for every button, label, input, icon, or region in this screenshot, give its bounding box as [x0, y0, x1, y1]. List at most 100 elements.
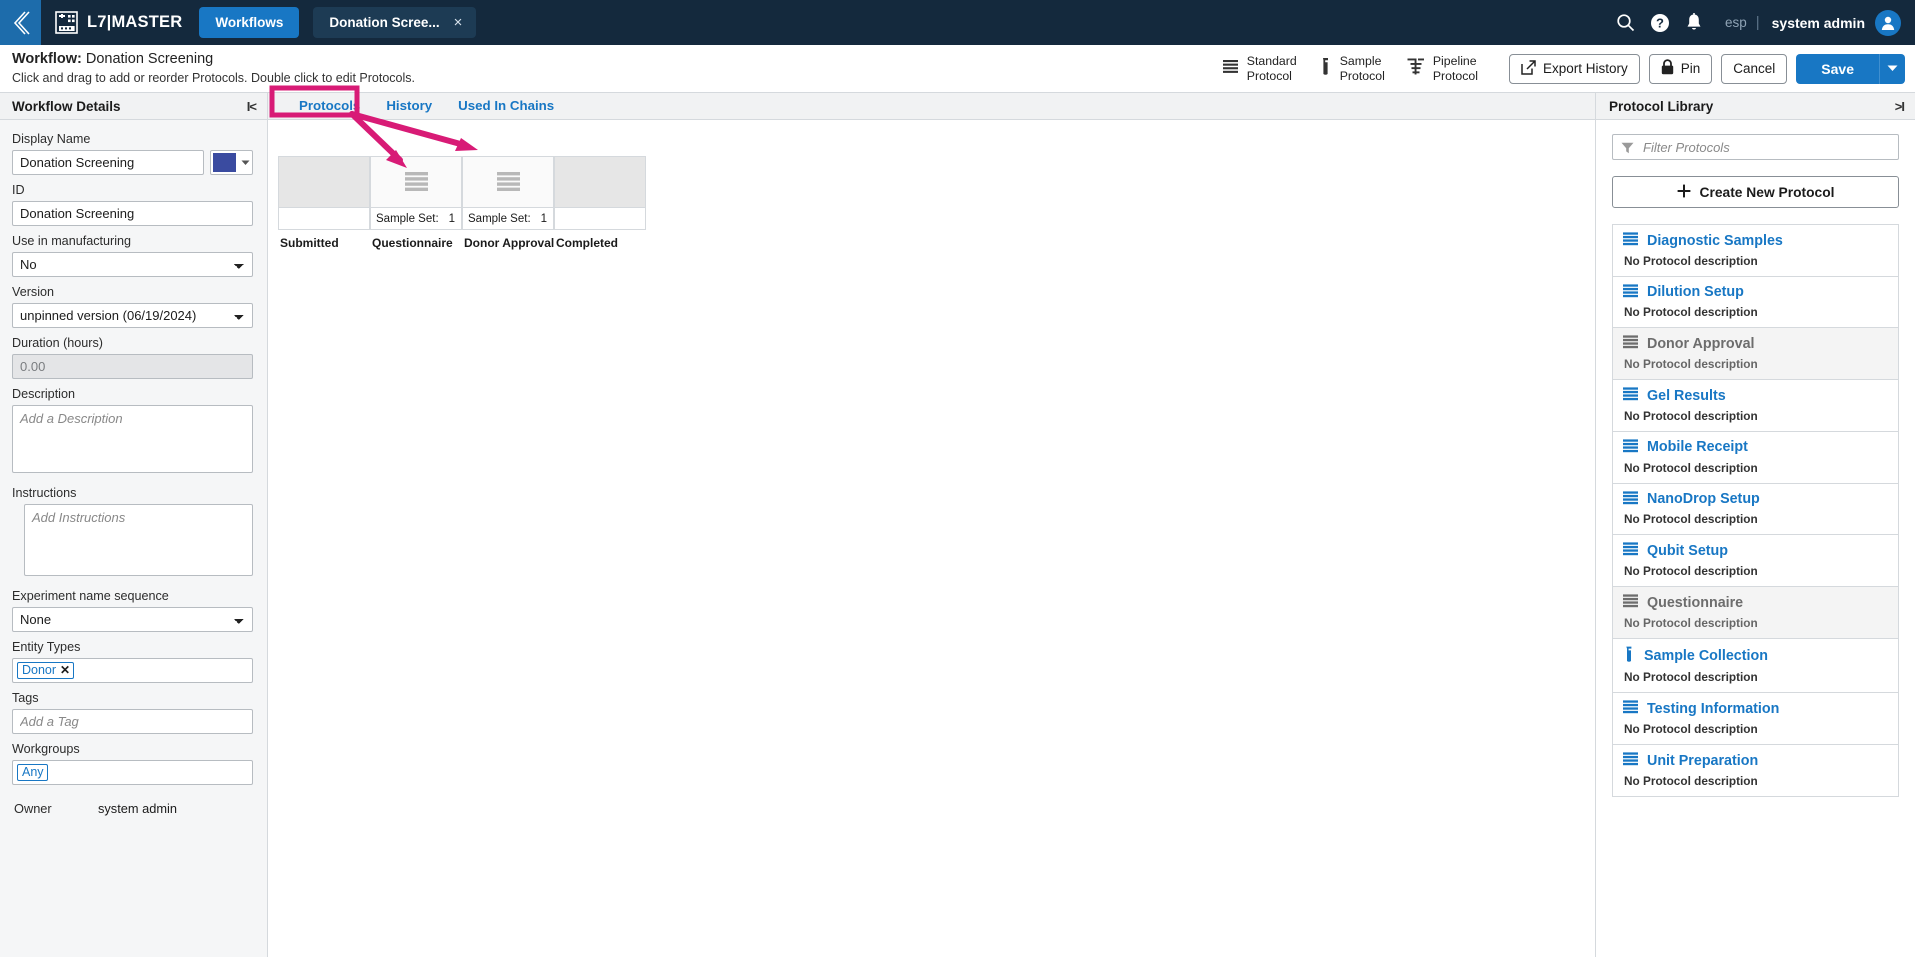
main-body: Workflow Details I< Display Name ID: [0, 93, 1915, 957]
protocol-name-row: Mobile Receipt: [1623, 439, 1888, 458]
description-textarea[interactable]: [12, 405, 253, 473]
collapse-right-icon[interactable]: >I: [1895, 99, 1905, 114]
color-picker[interactable]: [210, 150, 253, 175]
tags-label: Tags: [12, 691, 39, 705]
filter-protocols-input[interactable]: [1612, 134, 1899, 160]
protocol-name-label: Testing Information: [1647, 700, 1780, 717]
pin-button[interactable]: Pin: [1648, 53, 1713, 84]
protocol-list-item[interactable]: Unit Preparation No Protocol description: [1613, 745, 1898, 797]
flow-node-meta-cell: [554, 208, 646, 230]
protocol-name-label: Mobile Receipt: [1647, 439, 1748, 456]
protocol-name-label: Diagnostic Samples: [1647, 232, 1783, 249]
brand[interactable]: L7|MASTER: [55, 11, 182, 34]
use-in-manufacturing-select[interactable]: No: [12, 252, 253, 277]
standard-protocol-icon: [496, 172, 520, 191]
top-nav-right-group: ? esp | system admin: [1609, 0, 1915, 45]
protocol-description: No Protocol description: [1624, 357, 1758, 372]
protocol-description: No Protocol description: [1624, 773, 1758, 788]
flow-node-meta-value: 1: [540, 212, 547, 225]
protocol-name-row: Testing Information: [1623, 700, 1888, 719]
display-name-input[interactable]: [12, 150, 204, 175]
id-label: ID: [12, 183, 25, 197]
field-tags: Tags: [12, 691, 253, 734]
nav-tab-workflows[interactable]: Workflows: [199, 7, 300, 38]
protocol-name-row: NanoDrop Setup: [1623, 490, 1888, 510]
collapse-left-icon[interactable]: I<: [247, 99, 257, 114]
flow-node-questionnaire[interactable]: Sample Set: 1 Questionnaire: [370, 156, 462, 250]
workflow-details-sidebar: Workflow Details I< Display Name ID: [0, 93, 268, 957]
close-icon[interactable]: ✕: [60, 663, 70, 677]
save-dropdown-button[interactable]: [1879, 53, 1905, 84]
protocol-list-item[interactable]: Gel Results No Protocol description: [1613, 380, 1898, 432]
color-swatch: [213, 153, 236, 172]
help-icon[interactable]: ?: [1643, 0, 1677, 45]
nav-tab-label: Donation Scree...: [329, 15, 440, 30]
standard-protocol-label: Standard Protocol: [1247, 54, 1297, 83]
tab-used-in-chains[interactable]: Used In Chains: [445, 93, 567, 119]
close-icon[interactable]: ×: [454, 15, 463, 30]
flow-node-donor-approval[interactable]: Sample Set: 1 Donor Approval: [462, 156, 554, 250]
tags-input[interactable]: [12, 709, 253, 734]
nav-tab-donation-screening[interactable]: Donation Scree... ×: [313, 7, 477, 38]
standard-protocol-tool[interactable]: Standard Protocol: [1222, 54, 1297, 83]
protocol-list-item[interactable]: Testing Information No Protocol descripti…: [1613, 693, 1898, 746]
brand-text: L7|MASTER: [87, 13, 183, 31]
flow-node-submitted[interactable]: Submitted: [278, 156, 370, 250]
standard-protocol-icon: [1623, 387, 1638, 406]
experiment-name-sequence-select[interactable]: None: [12, 607, 253, 632]
protocol-name-row: Diagnostic Samples: [1623, 232, 1888, 251]
standard-protocol-icon: [1623, 594, 1638, 613]
tab-history[interactable]: History: [373, 93, 445, 119]
protocol-name-label: Dilution Setup: [1647, 284, 1744, 301]
protocol-name-label: Sample Collection: [1644, 647, 1768, 664]
notification-bell-icon[interactable]: [1677, 0, 1711, 45]
language-selector[interactable]: esp: [1725, 15, 1747, 30]
standard-protocol-icon: [1623, 335, 1638, 354]
flow-node-meta-label: Sample Set:: [468, 212, 531, 225]
protocol-list-item[interactable]: Mobile Receipt No Protocol description: [1613, 431, 1898, 484]
pipeline-protocol-tool[interactable]: Pipeline Protocol: [1407, 54, 1478, 83]
id-input[interactable]: [12, 201, 253, 226]
tab-protocols[interactable]: Protocols: [286, 93, 373, 119]
protocol-description: No Protocol description: [1624, 670, 1758, 685]
create-new-protocol-button[interactable]: Create New Protocol: [1612, 176, 1899, 208]
flow-node-completed[interactable]: Completed: [554, 156, 646, 250]
caret-down-icon: [238, 151, 252, 174]
instructions-textarea[interactable]: [24, 504, 253, 576]
protocol-list-item[interactable]: NanoDrop Setup No Protocol description: [1613, 483, 1898, 536]
chevron-left-icon: [13, 10, 30, 35]
protocol-list-item: Questionnaire No Protocol description: [1613, 587, 1898, 639]
protocol-list-item[interactable]: Dilution Setup No Protocol description: [1613, 276, 1898, 329]
sample-protocol-tool[interactable]: Sample Protocol: [1319, 54, 1385, 83]
entity-types-chip-box[interactable]: Donor ✕: [12, 658, 253, 683]
export-history-label: Export History: [1542, 61, 1628, 76]
back-button[interactable]: [0, 0, 41, 45]
version-select[interactable]: unpinned version (06/19/2024): [12, 303, 253, 328]
field-duration: Duration (hours): [12, 336, 253, 379]
workgroups-chip-box[interactable]: Any: [12, 760, 253, 785]
protocol-description: No Protocol description: [1624, 253, 1758, 268]
username-label[interactable]: system admin: [1772, 15, 1865, 31]
protocol-list-item[interactable]: Diagnostic Samples No Protocol descriptio…: [1613, 225, 1898, 277]
pipeline-protocol-icon: [1407, 57, 1425, 81]
cancel-button[interactable]: Cancel: [1721, 53, 1788, 84]
export-history-button[interactable]: Export History: [1508, 53, 1640, 84]
protocol-name-label: Questionnaire: [1647, 594, 1744, 611]
entity-type-chip-donor[interactable]: Donor ✕: [17, 662, 75, 679]
tab-bar: Protocols History Used In Chains: [268, 93, 1595, 120]
protocol-list-item[interactable]: Qubit Setup No Protocol description: [1613, 535, 1898, 588]
save-button[interactable]: Save: [1796, 53, 1879, 84]
protocol-list-item[interactable]: Sample Collection No Protocol description: [1613, 638, 1898, 694]
pin-label: Pin: [1680, 61, 1701, 76]
workflow-canvas[interactable]: Submitted Sample Set: 1 Questionnaire Sa…: [268, 120, 1595, 957]
library-body: Create New Protocol Diagnostic Samples No…: [1596, 120, 1915, 797]
workgroup-chip-any[interactable]: Any: [17, 764, 48, 781]
user-avatar-icon[interactable]: [1875, 9, 1901, 36]
field-workgroups: Workgroups Any: [12, 742, 253, 785]
search-icon[interactable]: [1609, 0, 1643, 45]
protocol-library-panel: Protocol Library >I Create: [1595, 93, 1915, 957]
protocol-name-row: Unit Preparation: [1623, 752, 1888, 771]
protocol-name-label: Unit Preparation: [1647, 752, 1759, 769]
sidebar-form: Display Name ID Use in manufacturing: [0, 120, 267, 816]
flow-node-icon-cell: [554, 156, 646, 208]
